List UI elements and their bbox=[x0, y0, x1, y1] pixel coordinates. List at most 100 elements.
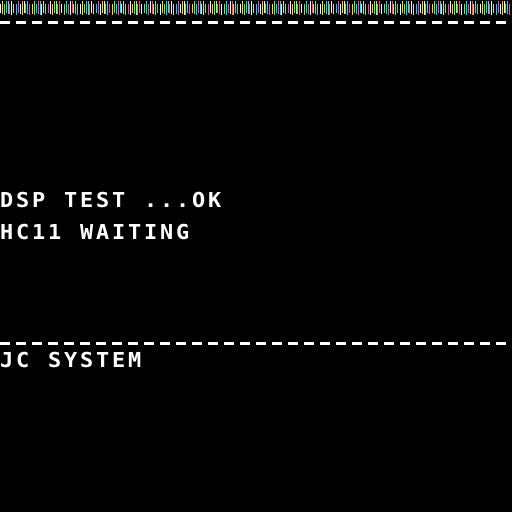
garbage-pixel bbox=[240, 4, 241, 13]
garbage-pixel bbox=[6, 1, 7, 13]
garbage-pixel bbox=[13, 4, 14, 13]
garbage-pixel bbox=[22, 1, 23, 15]
garbage-pixel bbox=[488, 1, 489, 14]
garbage-pixel bbox=[146, 1, 147, 14]
garbage-pixel bbox=[347, 1, 348, 15]
garbage-pixel bbox=[114, 1, 115, 13]
garbage-pixel bbox=[477, 4, 478, 14]
garbage-pixel bbox=[317, 4, 318, 15]
garbage-pixel bbox=[180, 4, 181, 13]
garbage-pixel bbox=[269, 4, 270, 15]
garbage-pixel bbox=[509, 4, 510, 15]
garbage-pixel bbox=[150, 1, 151, 13]
garbage-pixel bbox=[84, 4, 85, 13]
garbage-pixel bbox=[288, 4, 289, 13]
garbage-pixel bbox=[77, 4, 78, 15]
garbage-pixel bbox=[224, 4, 225, 14]
garbage-pixel bbox=[322, 1, 323, 15]
garbage-pixel bbox=[361, 4, 362, 13]
garbage-pixel bbox=[377, 4, 378, 15]
garbage-pixel bbox=[96, 4, 97, 13]
garbage-pixel bbox=[498, 1, 499, 13]
garbage-pixel bbox=[349, 4, 350, 13]
garbage-pixel bbox=[425, 4, 426, 15]
garbage-pixel bbox=[445, 4, 446, 13]
garbage-pixel bbox=[157, 4, 158, 13]
garbage-pixel bbox=[41, 4, 42, 15]
garbage-pixel bbox=[203, 1, 204, 15]
garbage-pixel bbox=[461, 4, 462, 15]
garbage-pixel bbox=[116, 4, 117, 14]
garbage-pixel bbox=[102, 1, 103, 13]
garbage-pixel bbox=[262, 1, 263, 15]
garbage-pixel bbox=[171, 1, 172, 14]
garbage-pixel bbox=[141, 4, 142, 14]
garbage-pixel bbox=[301, 4, 302, 13]
garbage-pixel bbox=[356, 4, 357, 14]
garbage-pixel bbox=[470, 1, 471, 14]
garbage-pixel bbox=[166, 1, 167, 15]
garbage-pixel bbox=[504, 1, 505, 13]
garbage-pixel bbox=[313, 4, 314, 13]
garbage-pixel bbox=[184, 1, 185, 15]
garbage-pixel bbox=[276, 4, 277, 13]
garbage-pixel bbox=[160, 4, 161, 15]
garbage-pixel bbox=[40, 1, 41, 15]
garbage-pixel bbox=[272, 4, 273, 14]
garbage-pixel bbox=[139, 1, 140, 13]
garbage-pixel bbox=[155, 1, 156, 15]
garbage-pixel bbox=[45, 4, 46, 14]
garbage-pixel bbox=[59, 1, 60, 15]
garbage-pixel bbox=[16, 4, 17, 15]
garbage-pixel bbox=[450, 1, 451, 13]
garbage-pixel bbox=[230, 1, 231, 14]
garbage-pixel bbox=[306, 1, 307, 13]
garbage-pixel bbox=[201, 4, 202, 14]
garbage-pixel bbox=[100, 4, 101, 15]
garbage-pixel bbox=[386, 1, 387, 14]
garbage-pixel bbox=[489, 4, 490, 14]
garbage-pixel bbox=[0, 4, 1, 13]
garbage-pixel bbox=[324, 4, 325, 13]
garbage-pixel bbox=[75, 1, 76, 14]
garbage-pixel bbox=[82, 1, 83, 15]
garbage-pixel bbox=[214, 1, 215, 15]
garbage-pixel bbox=[296, 1, 297, 14]
garbage-pixel bbox=[176, 4, 177, 14]
garbage-pixel bbox=[132, 4, 133, 13]
garbage-pixel bbox=[374, 1, 375, 14]
garbage-pixel bbox=[9, 4, 10, 14]
garbage-pixel bbox=[98, 1, 99, 14]
garbage-pixel bbox=[104, 1, 105, 14]
garbage-pixel bbox=[315, 1, 316, 14]
garbage-pixel bbox=[34, 1, 35, 15]
garbage-pixel bbox=[466, 1, 467, 15]
garbage-pixel bbox=[352, 4, 353, 15]
garbage-pixel bbox=[440, 1, 441, 14]
garbage-pixel bbox=[50, 1, 51, 14]
garbage-pixel bbox=[88, 1, 89, 15]
garbage-pixel bbox=[397, 4, 398, 13]
garbage-pixel bbox=[267, 1, 268, 14]
garbage-pixel bbox=[18, 1, 19, 13]
garbage-pixel bbox=[256, 4, 257, 15]
garbage-pixel bbox=[299, 1, 300, 15]
garbage-pixel bbox=[379, 1, 380, 13]
garbage-pixel bbox=[134, 1, 135, 14]
garbage-pixel bbox=[393, 4, 394, 14]
hc11-status: HC11 WAITING bbox=[0, 220, 192, 244]
garbage-pixel bbox=[244, 4, 245, 15]
garbage-pixel bbox=[441, 4, 442, 14]
garbage-pixel bbox=[212, 4, 213, 14]
garbage-pixel bbox=[491, 1, 492, 15]
garbage-pixel bbox=[480, 4, 481, 13]
garbage-pixel bbox=[260, 4, 261, 14]
garbage-pixel bbox=[280, 1, 281, 15]
garbage-pixel bbox=[294, 1, 295, 13]
garbage-pixel bbox=[219, 1, 220, 14]
garbage-pixel bbox=[459, 1, 460, 14]
garbage-pixel bbox=[109, 4, 110, 13]
garbage-pixel bbox=[354, 1, 355, 13]
garbage-pixel bbox=[2, 1, 3, 14]
garbage-pixel bbox=[281, 4, 282, 15]
